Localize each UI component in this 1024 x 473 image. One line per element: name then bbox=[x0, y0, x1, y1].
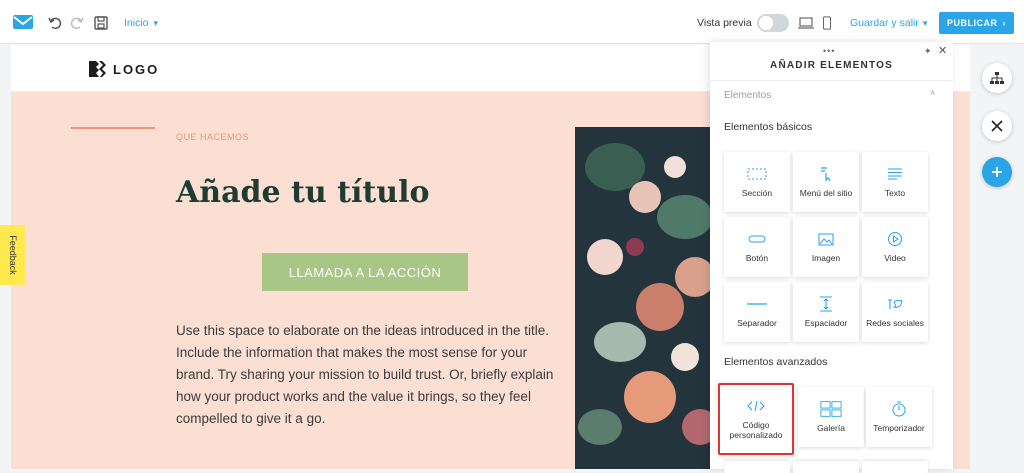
save-exit-menu[interactable]: Guardar y salir ▾ bbox=[850, 14, 927, 32]
feedback-tab[interactable]: Feedback bbox=[0, 225, 25, 285]
tile-divider[interactable]: Separador bbox=[724, 282, 790, 342]
tile-custom-code[interactable]: Código personalizado bbox=[718, 383, 794, 455]
accent-rule bbox=[71, 127, 155, 129]
publish-button[interactable]: PUBLICAR › bbox=[939, 12, 1014, 34]
desktop-view-icon[interactable] bbox=[796, 14, 816, 32]
timer-icon bbox=[888, 401, 910, 417]
tile-label: Imagen bbox=[811, 253, 841, 263]
logo-mark-icon bbox=[89, 61, 106, 77]
menu-icon bbox=[815, 166, 837, 182]
close-panel-icon[interactable]: ✕ bbox=[938, 44, 947, 57]
tile-section[interactable]: Sección bbox=[724, 152, 790, 212]
add-elements-panel: ••• ✦ ✕ AÑADIR ELEMENTOS Elementos ˄ Ele… bbox=[710, 42, 953, 473]
gallery-icon bbox=[820, 401, 842, 417]
tile-partial[interactable] bbox=[862, 461, 928, 473]
logo-text: LOGO bbox=[113, 61, 160, 77]
panel-divider bbox=[710, 80, 953, 81]
tile-label: Sección bbox=[741, 188, 773, 198]
tile-label: Código personalizado bbox=[729, 420, 783, 440]
tile-image[interactable]: Imagen bbox=[793, 217, 859, 277]
site-logo[interactable]: LOGO bbox=[89, 61, 159, 77]
tile-label: Temporizador bbox=[873, 423, 925, 433]
tile-label: Separador bbox=[737, 318, 777, 328]
redo-icon[interactable] bbox=[68, 14, 86, 32]
tile-partial[interactable] bbox=[724, 461, 790, 473]
hero-headline[interactable]: Añade tu título bbox=[176, 175, 429, 210]
cta-button[interactable]: LLAMADA A LA ACCIÓN bbox=[262, 253, 468, 291]
bouquet-image[interactable] bbox=[575, 127, 725, 469]
panel-title: AÑADIR ELEMENTOS bbox=[770, 60, 893, 71]
tile-label: Video bbox=[884, 253, 906, 263]
add-element-button[interactable] bbox=[982, 157, 1012, 187]
pin-icon[interactable]: ✦ bbox=[924, 46, 932, 57]
spacer-icon bbox=[815, 296, 837, 312]
page-select[interactable]: Inicio ▾ bbox=[124, 14, 158, 32]
close-icon bbox=[991, 120, 1003, 132]
divider-icon bbox=[746, 296, 768, 312]
button-icon bbox=[746, 231, 768, 247]
tile-timer[interactable]: Temporizador bbox=[866, 387, 932, 447]
tile-label: Menú del sitio bbox=[799, 188, 853, 198]
preview-label: Vista previa bbox=[697, 17, 752, 29]
tile-video[interactable]: Video bbox=[862, 217, 928, 277]
tile-gallery[interactable]: Galería bbox=[798, 387, 864, 447]
advanced-elements-title: Elementos avanzados bbox=[724, 356, 828, 368]
section-kicker[interactable]: QUE HACEMOS bbox=[176, 132, 249, 142]
sitemap-icon bbox=[990, 72, 1004, 84]
elements-section-label[interactable]: Elementos bbox=[724, 90, 771, 101]
save-exit-label: Guardar y salir bbox=[850, 17, 919, 29]
envelope-logo-icon[interactable] bbox=[12, 12, 34, 32]
feedback-label: Feedback bbox=[7, 235, 18, 275]
basic-elements-title: Elementos básicos bbox=[724, 121, 813, 133]
save-icon[interactable] bbox=[92, 14, 110, 32]
plus-icon bbox=[992, 167, 1002, 177]
drag-handle-icon[interactable]: ••• bbox=[823, 46, 835, 56]
tile-social[interactable]: Redes sociales bbox=[862, 282, 928, 342]
chevron-up-icon[interactable]: ˄ bbox=[930, 88, 935, 98]
tile-text[interactable]: Texto bbox=[862, 152, 928, 212]
chevron-down-icon: ▾ bbox=[153, 17, 159, 28]
publish-label: PUBLICAR bbox=[947, 18, 998, 28]
tile-label: Espaciador bbox=[804, 318, 848, 328]
tile-label: Texto bbox=[884, 188, 906, 198]
sitemap-button[interactable] bbox=[982, 63, 1012, 93]
tile-site-menu[interactable]: Menú del sitio bbox=[793, 152, 859, 212]
video-icon bbox=[884, 231, 906, 247]
tile-spacer[interactable]: Espaciador bbox=[793, 282, 859, 342]
editor-toolbar: Inicio ▾ Vista previa Guardar y salir ▾ … bbox=[0, 0, 1024, 44]
tile-label: Galería bbox=[817, 423, 845, 433]
preview-toggle[interactable] bbox=[757, 14, 789, 32]
close-button[interactable] bbox=[982, 111, 1012, 141]
code-icon bbox=[745, 398, 767, 414]
tile-button[interactable]: Botón bbox=[724, 217, 790, 277]
body-paragraph[interactable]: Use this space to elaborate on the ideas… bbox=[176, 320, 556, 430]
text-icon bbox=[884, 166, 906, 182]
tile-label: Botón bbox=[745, 253, 769, 263]
image-icon bbox=[815, 231, 837, 247]
undo-icon[interactable] bbox=[46, 14, 64, 32]
mobile-view-icon[interactable] bbox=[820, 14, 834, 32]
tile-partial[interactable] bbox=[793, 461, 859, 473]
social-icon bbox=[884, 296, 906, 312]
chevron-down-icon: ▾ bbox=[922, 17, 928, 28]
section-icon bbox=[746, 166, 768, 182]
tile-label: Redes sociales bbox=[866, 318, 924, 328]
page-select-label: Inicio bbox=[124, 17, 149, 29]
chevron-right-icon: › bbox=[1002, 18, 1006, 28]
